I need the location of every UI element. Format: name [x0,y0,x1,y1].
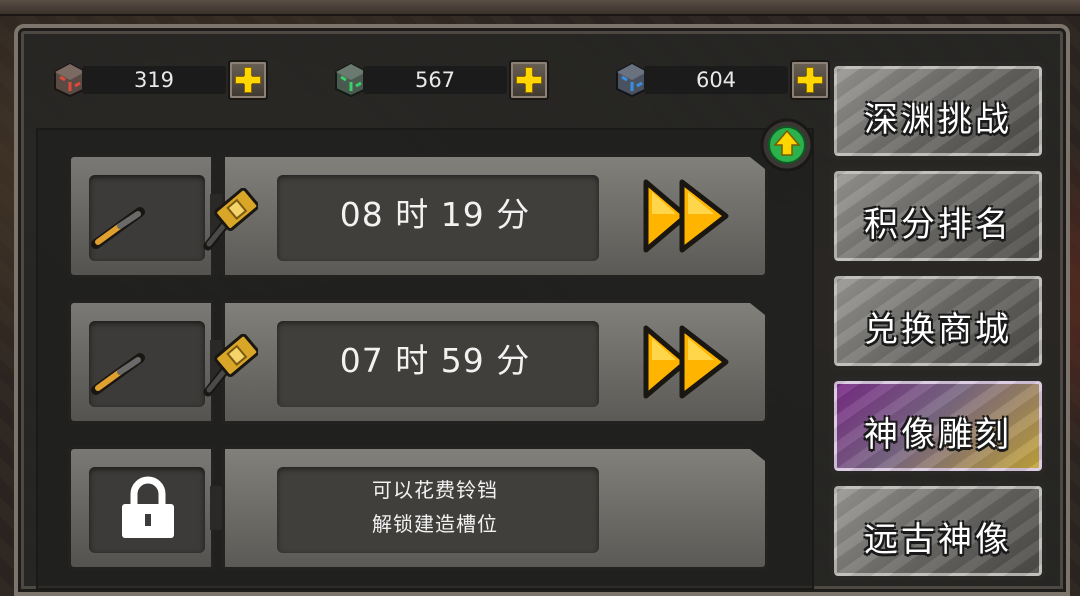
currency-value: 567 [363,66,507,94]
menu-label: 神像雕刻 [864,415,1012,455]
top-border [0,0,1080,16]
menu-ancient-statue[interactable]: 远古神像 [830,482,1046,580]
unlock-hint-line-1: 可以花费铃铛 [372,478,498,502]
plus-icon-center [525,76,533,84]
menu-statue-carving[interactable]: 神像雕刻 [830,377,1046,475]
plus-icon-center [244,76,252,84]
plus-icon-center [806,76,814,84]
unlock-hint-line-2: 解锁建造槽位 [372,512,498,536]
speed-up-button[interactable] [642,176,730,256]
hammer-icon [203,334,258,397]
menu-label: 远古神像 [864,520,1012,560]
unlock-hint-text: 可以花费铃铛 解锁建造槽位 [274,464,596,550]
lock-icon [122,476,174,538]
build-slot-1: 08 时 19 分 [68,154,768,278]
upgrade-arrow-icon[interactable] [760,118,814,172]
slot-timer-text: 08 时 19 分 [339,195,531,234]
hammer-icon [203,188,258,251]
chisel-icon [91,353,145,395]
add-green-currency-button[interactable] [509,60,549,100]
add-blue-currency-button[interactable] [790,60,830,100]
menu-label: 兑换商城 [864,310,1012,350]
menu-exchange-shop[interactable]: 兑换商城 [830,272,1046,370]
menu-points-ranking[interactable]: 积分排名 [830,167,1046,265]
slot-timer-text: 07 时 59 分 [339,341,531,380]
build-slot-2: 07 时 59 分 [68,300,768,424]
menu-label: 深渊挑战 [864,100,1012,140]
menu-abyss-challenge[interactable]: 深渊挑战 [830,62,1046,160]
add-red-currency-button[interactable] [228,60,268,100]
currency-value: 604 [644,66,788,94]
speed-up-button[interactable] [642,322,730,402]
chisel-icon [91,207,145,249]
currency-value: 319 [82,66,226,94]
build-slot-3-locked[interactable]: 可以花费铃铛 解锁建造槽位 [68,446,768,570]
menu-label: 积分排名 [864,205,1012,245]
